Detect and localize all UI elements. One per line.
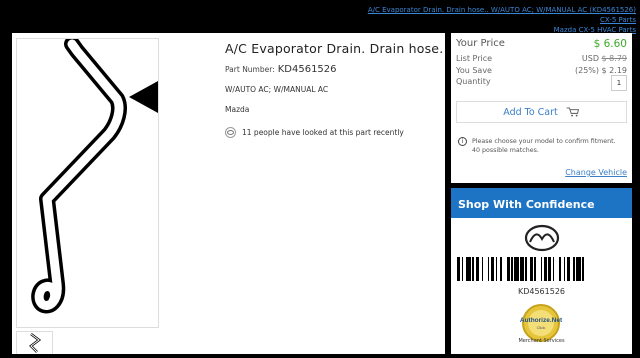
- price-panel: Your Price $ 6.60 List Price USD $ 8.79 …: [451, 33, 632, 183]
- product-title: A/C Evaporator Drain. Drain hose.: [225, 41, 444, 56]
- brand-name: Mazda: [225, 105, 250, 114]
- change-vehicle-link[interactable]: Change Vehicle: [565, 168, 627, 177]
- list-price-label: List Price: [456, 54, 493, 63]
- drain-hose-diagram: [31, 36, 158, 314]
- confidence-panel: Shop With Confidence KD4561526 Authorize…: [451, 188, 632, 354]
- mazda-logo: [524, 224, 560, 252]
- your-price-label: Your Price: [456, 38, 505, 49]
- eye-icon: [225, 127, 236, 138]
- list-price-value: USD $ 8.79: [582, 54, 627, 63]
- quantity-label: Quantity: [456, 77, 491, 86]
- part-number: Part Number: KD4561526: [225, 64, 337, 75]
- add-to-cart-button[interactable]: Add To Cart: [456, 101, 627, 123]
- you-save-row: You Save (25%) $ 2.19: [456, 66, 627, 75]
- list-price-row: List Price USD $ 8.79: [456, 54, 627, 63]
- part-number-value: KD4561526: [277, 64, 337, 75]
- part-number-label: Part Number:: [225, 65, 275, 74]
- authnet-sub: Click: [537, 325, 546, 330]
- product-panel: A/C Evaporator Drain. Drain hose. Part N…: [12, 33, 445, 354]
- views-notice: 11 people have looked at this part recen…: [225, 127, 404, 138]
- your-price-value: $ 6.60: [593, 38, 627, 50]
- list-price-currency: USD: [581, 54, 599, 63]
- breadcrumb-link-part[interactable]: A/C Evaporator Drain. Drain hose.. W/AUT…: [368, 5, 636, 15]
- add-to-cart-label: Add To Cart: [503, 106, 558, 118]
- confidence-heading: Shop With Confidence: [451, 188, 632, 218]
- fitment-notes: W/AUTO AC; W/MANUAL AC: [225, 85, 329, 94]
- breadcrumb: A/C Evaporator Drain. Drain hose.. W/AUT…: [368, 5, 636, 35]
- quantity-row: Quantity: [456, 77, 627, 86]
- authnet-label: Authorize.Net: [520, 317, 563, 324]
- fitment-confirm: i Please choose your model to confirm fi…: [458, 137, 622, 155]
- breadcrumb-link-model[interactable]: CX-5 Parts: [368, 15, 636, 25]
- views-text: 11 people have looked at this part recen…: [242, 128, 404, 137]
- thumbnail-image[interactable]: [16, 331, 53, 354]
- barcode-image: [457, 257, 626, 281]
- product-image[interactable]: [16, 36, 159, 328]
- your-price-row: Your Price $ 6.60: [456, 38, 627, 50]
- cart-icon: [566, 107, 579, 117]
- list-price-amount: $ 8.79: [601, 54, 627, 63]
- barcode-stripe: [583, 257, 587, 281]
- you-save-value: (25%) $ 2.19: [574, 66, 627, 75]
- thumbnail-hose-icon: [29, 333, 42, 353]
- merchant-services-text: Merchant Services: [518, 338, 565, 344]
- you-save-label: You Save: [456, 66, 492, 75]
- barcode-text: KD4561526: [517, 287, 566, 296]
- confirm-text: Please choose your model to confirm fitm…: [472, 138, 616, 154]
- info-icon: i: [458, 137, 467, 146]
- quantity-input[interactable]: 1: [611, 75, 627, 91]
